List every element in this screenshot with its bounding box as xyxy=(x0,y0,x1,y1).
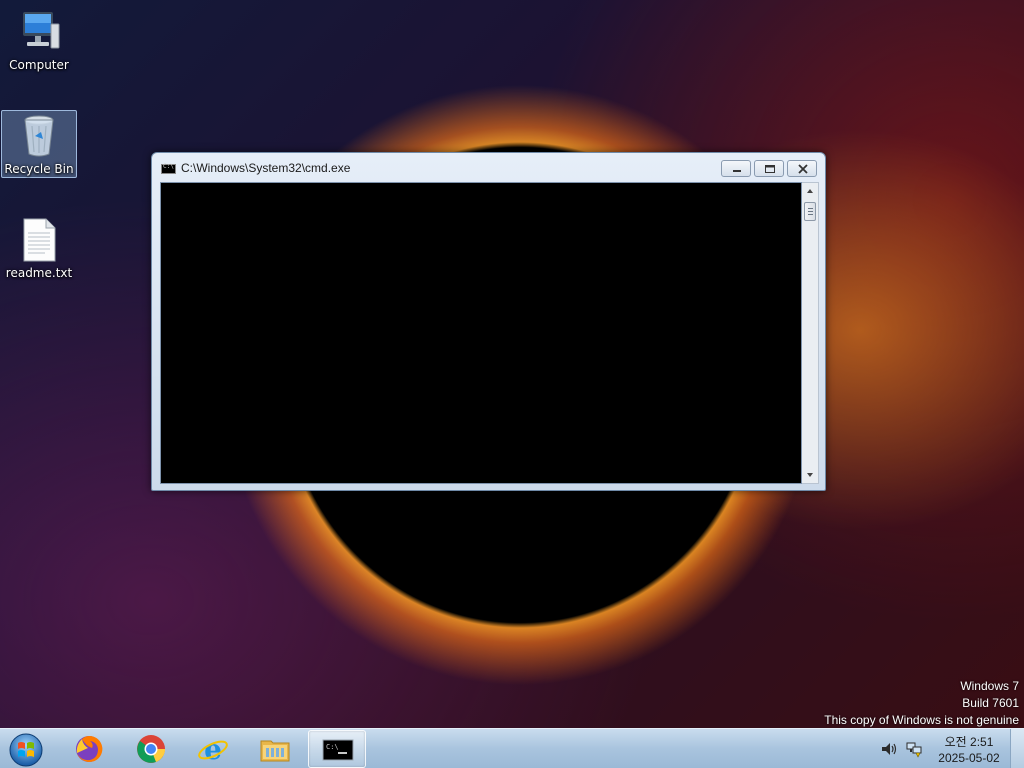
maximize-button[interactable] xyxy=(754,160,784,177)
watermark-line-1: Windows 7 xyxy=(960,679,1019,693)
scroll-thumb[interactable] xyxy=(804,202,816,221)
console-output[interactable] xyxy=(160,182,802,484)
speaker-icon[interactable] xyxy=(880,741,898,757)
taskbar-clock[interactable]: 오전 2:51 2025-05-02 xyxy=(936,734,1002,766)
windows-start-icon xyxy=(9,733,43,767)
taskbar-internet-explorer[interactable]: e xyxy=(184,730,242,768)
svg-text:C:\: C:\ xyxy=(326,743,339,751)
arrow-up-icon xyxy=(807,189,813,193)
close-button[interactable] xyxy=(787,160,817,177)
taskbar-chrome[interactable] xyxy=(122,730,180,768)
show-desktop-button[interactable] xyxy=(1010,729,1024,768)
desktop-icon-readme[interactable]: readme.txt xyxy=(1,216,77,280)
internet-explorer-icon: e xyxy=(198,733,228,765)
minimize-icon xyxy=(733,170,741,172)
svg-text:e: e xyxy=(204,733,222,765)
desktop-icon-computer[interactable]: Computer xyxy=(1,8,77,72)
close-icon xyxy=(798,164,808,174)
minimize-button[interactable] xyxy=(721,160,751,177)
cmd-icon: C:\ xyxy=(322,739,354,761)
windows-watermark: Windows 7 Build 7601 This copy of Window… xyxy=(824,678,1019,729)
maximize-icon xyxy=(765,165,775,173)
window-titlebar[interactable]: C:\Windows\System32\cmd.exe xyxy=(152,153,825,183)
chrome-icon xyxy=(137,735,165,763)
cmd-window-icon xyxy=(161,163,176,174)
scroll-down-button[interactable] xyxy=(802,467,818,483)
taskbar: e C:\ 오전 2:51 2025-05-02 xyxy=(0,728,1024,768)
recycle-bin-icon xyxy=(24,115,54,157)
computer-icon xyxy=(23,12,60,49)
window-title: C:\Windows\System32\cmd.exe xyxy=(181,161,351,175)
arrow-down-icon xyxy=(807,473,813,477)
taskbar-firefox[interactable] xyxy=(60,730,118,768)
desktop-icon-label: Computer xyxy=(9,58,69,72)
vertical-scrollbar[interactable] xyxy=(802,182,819,484)
desktop-icon-label: Recycle Bin xyxy=(4,162,74,176)
scroll-up-button[interactable] xyxy=(802,183,818,199)
taskbar-cmd[interactable]: C:\ xyxy=(308,730,366,768)
cmd-window[interactable]: C:\Windows\System32\cmd.exe xyxy=(151,152,826,491)
desktop-icon-label: readme.txt xyxy=(5,266,73,280)
watermark-line-3: This copy of Windows is not genuine xyxy=(824,713,1019,727)
start-button[interactable] xyxy=(6,730,46,768)
clock-date: 2025-05-02 xyxy=(938,751,1000,765)
clock-time: 오전 2:51 xyxy=(944,735,994,749)
taskbar-file-explorer[interactable] xyxy=(246,730,304,768)
network-icon[interactable] xyxy=(905,740,923,758)
firefox-icon xyxy=(76,735,103,762)
watermark-line-2: Build 7601 xyxy=(962,696,1019,710)
text-file-icon xyxy=(23,218,56,262)
desktop-icon-recycle-bin[interactable]: Recycle Bin xyxy=(1,110,77,178)
file-explorer-icon xyxy=(260,740,290,762)
